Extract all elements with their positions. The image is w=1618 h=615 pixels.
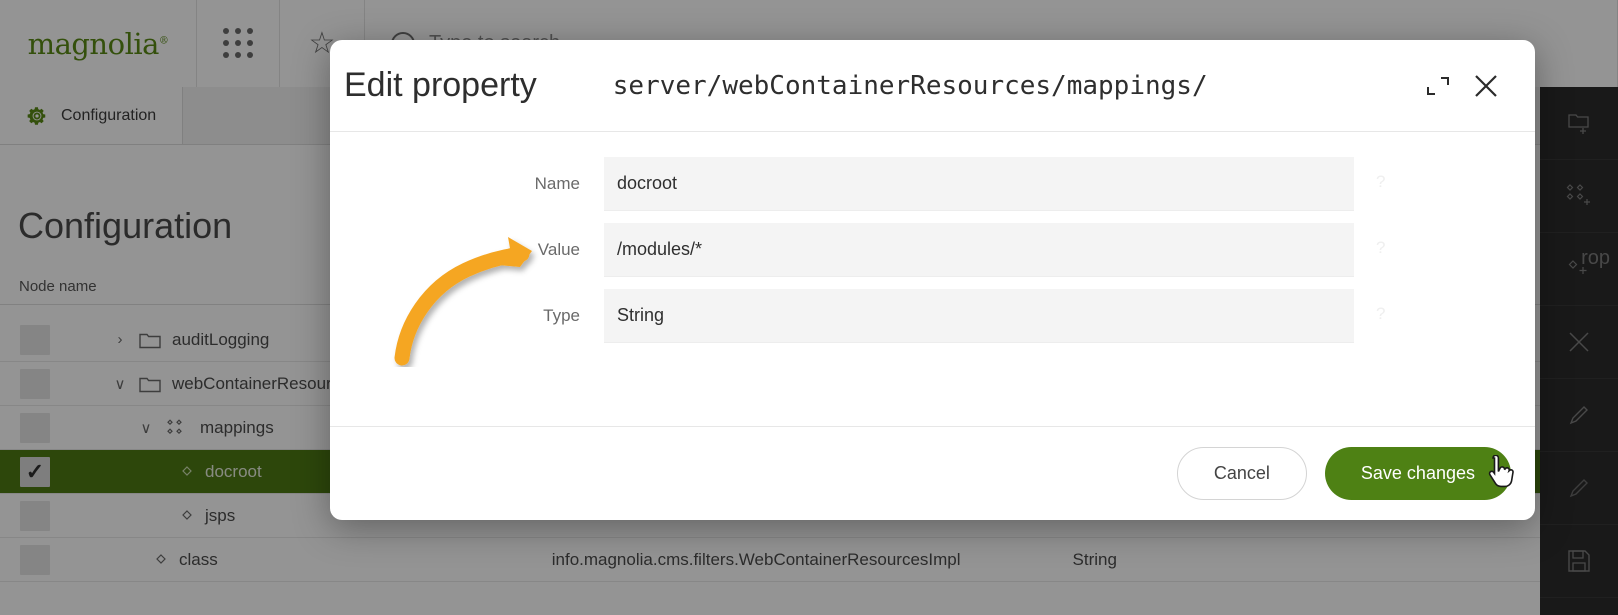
add-folder-icon[interactable] — [1540, 87, 1618, 160]
row-checkbox[interactable]: ✓ — [20, 544, 50, 575]
help-icon-type[interactable]: ? — [1376, 289, 1385, 339]
field-label-value: Value — [537, 240, 580, 259]
action-bar: rop — [1540, 87, 1618, 615]
maximize-button[interactable] — [1417, 65, 1459, 107]
app-grid-icon — [222, 28, 254, 59]
save-icon[interactable] — [1540, 525, 1618, 598]
edit-icon[interactable] — [1540, 379, 1618, 452]
cancel-button[interactable]: Cancel — [1176, 447, 1307, 500]
close-icon — [1470, 70, 1502, 102]
name-input[interactable] — [604, 157, 1354, 211]
row-checkbox[interactable]: ✓ — [20, 456, 50, 487]
row-checkbox[interactable]: ✓ — [20, 368, 50, 399]
folder-icon — [139, 331, 161, 349]
property-icon — [180, 465, 194, 479]
dialog-title: Edit property — [344, 66, 537, 104]
field-label-name: Name — [534, 174, 580, 193]
app-launcher-button[interactable] — [197, 0, 280, 87]
edit-property-dialog: Edit property server/webContainerResourc… — [330, 40, 1535, 520]
tab-configuration[interactable]: Configuration — [0, 87, 184, 144]
tree-node-label: auditLogging — [172, 329, 270, 349]
row-checkbox[interactable]: ✓ — [20, 324, 50, 355]
maximize-icon — [1423, 71, 1453, 101]
gear-icon — [26, 105, 48, 127]
rename-icon[interactable] — [1540, 452, 1618, 525]
type-input[interactable] — [604, 289, 1354, 343]
save-changes-button[interactable]: Save changes — [1324, 447, 1511, 500]
tree-node-label: jsps — [205, 505, 236, 525]
page-title: Configuration — [18, 205, 233, 246]
table-row[interactable]: ✓ class info.magnolia.cms.filters.WebCon… — [0, 538, 1540, 582]
dialog-footer: Cancel Save changes — [330, 426, 1535, 520]
field-row-value: Value ? — [330, 223, 1535, 277]
row-checkbox[interactable]: ✓ — [20, 500, 50, 531]
value-input[interactable] — [604, 223, 1354, 277]
tree-node-type: String — [1072, 549, 1117, 569]
brand-registered-mark: ® — [158, 34, 169, 46]
help-icon-value[interactable]: ? — [1376, 223, 1385, 273]
property-icon — [180, 509, 194, 523]
action-bar-partial-label: rop — [1581, 247, 1610, 269]
field-row-name: Name ? — [330, 157, 1535, 211]
dialog-body: Name ? Value ? Type ? — [330, 132, 1535, 426]
tab-label: Configuration — [61, 106, 157, 124]
help-icon-name[interactable]: ? — [1376, 157, 1385, 207]
row-checkbox[interactable]: ✓ — [20, 412, 50, 443]
expand-collapse-icon[interactable]: ∨ — [112, 375, 128, 393]
expand-collapse-icon[interactable]: › — [112, 331, 128, 348]
tree-node-value: info.magnolia.cms.filters.WebContainerRe… — [551, 549, 961, 569]
folder-icon — [139, 375, 161, 393]
content-node-icon — [165, 418, 189, 438]
dialog-header: Edit property server/webContainerResourc… — [330, 40, 1535, 132]
tree-node-label: mappings — [200, 417, 274, 437]
expand-collapse-icon[interactable]: ∨ — [138, 419, 154, 437]
tree-node-label: docroot — [205, 461, 262, 481]
add-content-node-icon[interactable] — [1540, 160, 1618, 233]
tree-node-label: class — [179, 549, 218, 569]
field-row-type: Type ? — [330, 289, 1535, 343]
close-button[interactable] — [1465, 65, 1507, 107]
delete-icon[interactable] — [1540, 306, 1618, 379]
dialog-path-breadcrumb: server/webContainerResources/mappings/ — [612, 70, 1208, 101]
brand-name: magnolia — [27, 26, 160, 61]
property-icon — [154, 553, 168, 567]
field-label-type: Type — [543, 306, 580, 325]
app-root: magnolia® ☆ Type to search Configurat — [0, 0, 1618, 615]
brand-logo[interactable]: magnolia® — [0, 0, 197, 87]
